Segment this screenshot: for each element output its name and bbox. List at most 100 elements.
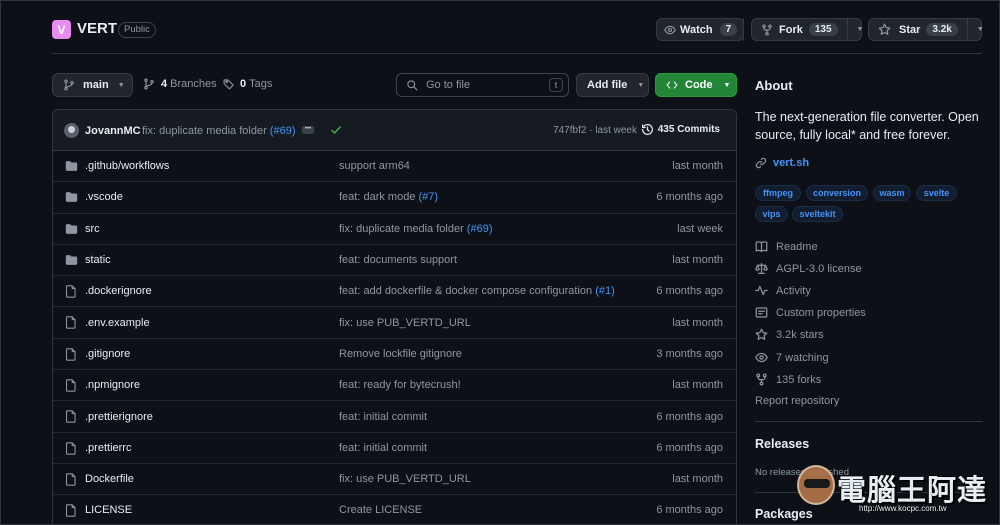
watch-button[interactable]: Watch 7 ▼ bbox=[656, 18, 756, 41]
website-link[interactable]: vert.sh bbox=[755, 157, 809, 169]
watching-label: 7 watching bbox=[776, 351, 829, 364]
add-file-label: Add file bbox=[587, 79, 628, 91]
file-row[interactable]: .prettierrc feat: initial commit 6 months … bbox=[53, 433, 736, 464]
file-name[interactable]: .gitignore bbox=[85, 348, 130, 360]
releases-heading[interactable]: Releases bbox=[755, 437, 809, 451]
file-commit-message[interactable]: fix: use PUB_VERTD_URL bbox=[339, 473, 471, 485]
tags-link[interactable]: 0 Tags bbox=[223, 78, 272, 90]
file-name[interactable]: .vscode bbox=[85, 191, 123, 203]
star-count: 3.2k bbox=[926, 23, 958, 36]
file-row[interactable]: .env.example fix: use PUB_VERTD_URL last m… bbox=[53, 307, 736, 339]
file-name[interactable]: .dockerignore bbox=[85, 285, 152, 297]
file-row[interactable]: .npmignore feat: ready for bytecrush! last… bbox=[53, 370, 736, 402]
report-repository-link[interactable]: Report repository bbox=[755, 395, 839, 407]
repo-logo-letter: V bbox=[57, 22, 66, 37]
goto-file-input[interactable]: Go to file t bbox=[396, 73, 569, 97]
watermark-url: http://www.kocpc.com.tw bbox=[859, 504, 947, 513]
file-name[interactable]: .npmignore bbox=[85, 379, 140, 391]
commit-message-text[interactable]: fix: duplicate media folder bbox=[142, 125, 267, 137]
file-row[interactable]: static feat: documents support last month bbox=[53, 245, 736, 277]
file-commit-message-text[interactable]: Remove lockfile gitignore bbox=[339, 348, 462, 360]
file-commit-message[interactable]: feat: ready for bytecrush! bbox=[339, 379, 461, 391]
file-name[interactable]: Dockerfile bbox=[85, 473, 134, 485]
star-dropdown-icon[interactable]: ▼ bbox=[977, 26, 984, 33]
avatar[interactable] bbox=[64, 123, 79, 138]
file-commit-message-text[interactable]: support arm64 bbox=[339, 160, 410, 172]
file-name[interactable]: .github/workflows bbox=[85, 160, 169, 172]
file-commit-message-text[interactable]: feat: dark mode bbox=[339, 191, 415, 203]
file-commit-message[interactable]: fix: use PUB_VERTD_URL bbox=[339, 317, 471, 329]
file-commit-message-text[interactable]: feat: add dockerfile & docker compose co… bbox=[339, 285, 592, 297]
file-commit-message[interactable]: feat: documents support bbox=[339, 254, 457, 266]
branches-link[interactable]: 4 Branches bbox=[143, 78, 217, 90]
code-button[interactable]: Code ▼ bbox=[655, 73, 737, 97]
file-commit-pr-link[interactable]: (#1) bbox=[595, 285, 615, 297]
stars-link[interactable]: 3.2k stars bbox=[755, 328, 824, 341]
check-icon[interactable] bbox=[330, 124, 342, 136]
commit-author[interactable]: JovannMC bbox=[85, 125, 141, 137]
watching-link[interactable]: 7 watching bbox=[755, 351, 829, 364]
license-link[interactable]: AGPL-3.0 license bbox=[755, 262, 862, 275]
topic-conversion[interactable]: conversion bbox=[806, 185, 868, 201]
fork-button[interactable]: Fork 135 ▼ bbox=[751, 18, 864, 41]
star-button[interactable]: Star 3.2k ▼ bbox=[868, 18, 984, 41]
topic-wasm[interactable]: wasm bbox=[873, 185, 911, 201]
commit-hash-time[interactable]: 747fbf2 · last week bbox=[553, 125, 637, 136]
file-name[interactable]: static bbox=[85, 254, 111, 266]
file-name[interactable]: .env.example bbox=[85, 317, 150, 329]
file-row[interactable]: .prettierignore feat: initial commit 6 mon… bbox=[53, 401, 736, 433]
file-commit-message[interactable]: Remove lockfile gitignore bbox=[339, 348, 462, 360]
file-commit-message[interactable]: support arm64 bbox=[339, 160, 410, 172]
file-commit-message[interactable]: feat: initial commit bbox=[339, 442, 427, 454]
commits-link[interactable]: 435 Commits bbox=[641, 123, 720, 136]
file-commit-message-text[interactable]: fix: use PUB_VERTD_URL bbox=[339, 317, 471, 329]
custom-properties-label: Custom properties bbox=[776, 306, 866, 319]
website-url[interactable]: vert.sh bbox=[773, 157, 809, 169]
forks-link[interactable]: 135 forks bbox=[755, 373, 821, 386]
branch-selector[interactable]: main ▼ bbox=[52, 73, 133, 97]
file-commit-message-text[interactable]: feat: ready for bytecrush! bbox=[339, 379, 461, 391]
file-name[interactable]: src bbox=[85, 223, 100, 235]
file-row[interactable]: .gitignore Remove lockfile gitignore 3 mon… bbox=[53, 339, 736, 371]
file-commit-message-text[interactable]: fix: duplicate media folder bbox=[339, 223, 464, 235]
file-commit-message[interactable]: Create LICENSE bbox=[339, 504, 422, 516]
activity-link[interactable]: Activity bbox=[755, 284, 811, 297]
file-commit-message-text[interactable]: fix: use PUB_VERTD_URL bbox=[339, 473, 471, 485]
file-icon bbox=[65, 348, 77, 361]
file-commit-message-text[interactable]: feat: initial commit bbox=[339, 442, 427, 454]
branches-label: Branches bbox=[170, 78, 217, 90]
file-row[interactable]: LICENSE Create LICENSE 6 months ago bbox=[53, 495, 736, 525]
topic-svelte[interactable]: svelte bbox=[916, 185, 957, 201]
topic-ffmpeg[interactable]: ffmpeg bbox=[755, 185, 801, 201]
readme-link[interactable]: Readme bbox=[755, 240, 818, 253]
file-row[interactable]: Dockerfile fix: use PUB_VERTD_URL last mon… bbox=[53, 464, 736, 496]
commit-message[interactable]: fix: duplicate media folder (#69) bbox=[142, 125, 295, 137]
commit-expand-icon[interactable]: ••• bbox=[302, 126, 314, 134]
file-commit-time: last month bbox=[672, 473, 723, 486]
packages-heading[interactable]: Packages bbox=[755, 507, 813, 521]
file-row[interactable]: src fix: duplicate media folder (#69) last… bbox=[53, 214, 736, 245]
commit-pr-link[interactable]: (#69) bbox=[270, 125, 296, 137]
file-commit-message[interactable]: fix: duplicate media folder (#69) bbox=[339, 223, 492, 235]
topic-vips[interactable]: vips bbox=[755, 206, 788, 222]
file-commit-pr-link[interactable]: (#69) bbox=[467, 223, 493, 235]
file-commit-message[interactable]: feat: add dockerfile & docker compose co… bbox=[339, 285, 615, 297]
custom-properties-link[interactable]: Custom properties bbox=[755, 306, 866, 319]
file-name[interactable]: .prettierignore bbox=[85, 411, 153, 423]
file-commit-message-text[interactable]: feat: documents support bbox=[339, 254, 457, 266]
file-row[interactable]: .vscode feat: dark mode (#7) 6 months ago bbox=[53, 182, 736, 214]
fork-dropdown-icon[interactable]: ▼ bbox=[857, 26, 864, 33]
file-name[interactable]: .prettierrc bbox=[85, 442, 131, 454]
repo-name[interactable]: VERT bbox=[77, 20, 117, 37]
file-commit-time: 6 months ago bbox=[656, 441, 723, 454]
file-commit-message-text[interactable]: Create LICENSE bbox=[339, 504, 422, 516]
topic-sveltekit[interactable]: sveltekit bbox=[792, 206, 843, 222]
file-commit-message[interactable]: feat: initial commit bbox=[339, 411, 427, 423]
file-commit-pr-link[interactable]: (#7) bbox=[419, 191, 439, 203]
file-row[interactable]: .github/workflows support arm64 last month bbox=[53, 151, 736, 183]
file-name[interactable]: LICENSE bbox=[85, 504, 132, 516]
file-commit-message-text[interactable]: feat: initial commit bbox=[339, 411, 427, 423]
file-commit-message[interactable]: feat: dark mode (#7) bbox=[339, 191, 438, 203]
file-row[interactable]: .dockerignore feat: add dockerfile & dock… bbox=[53, 276, 736, 308]
add-file-button[interactable]: Add file ▼ bbox=[576, 73, 649, 97]
